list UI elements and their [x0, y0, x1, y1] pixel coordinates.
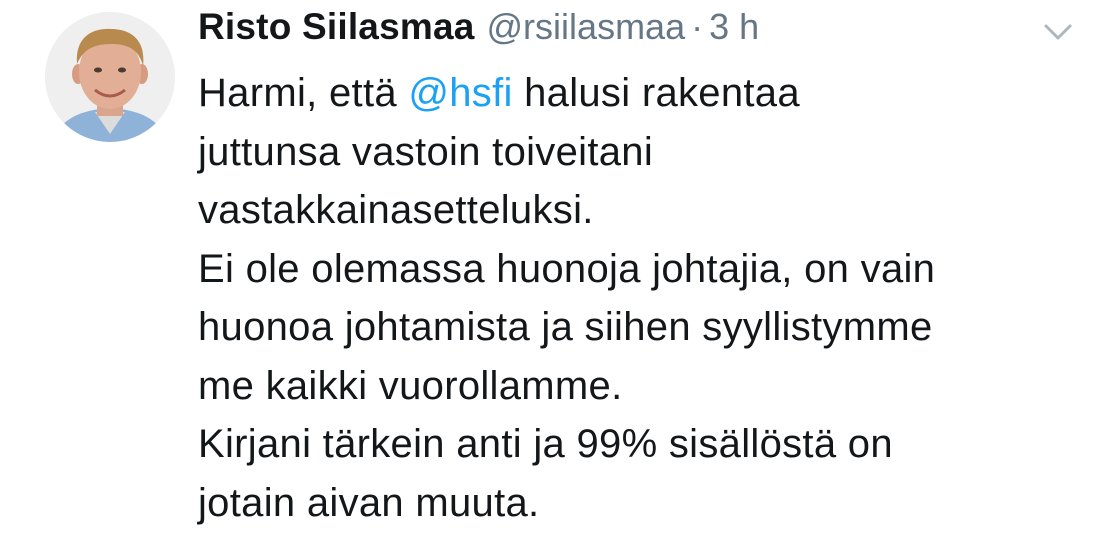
- separator-dot: ·: [691, 6, 704, 47]
- author-name[interactable]: Risto Siilasmaa: [198, 6, 475, 48]
- author-handle[interactable]: @rsiilasmaa: [487, 6, 686, 48]
- timestamp[interactable]: 3 h: [709, 6, 759, 48]
- tweet-card[interactable]: Risto Siilasmaa @rsiilasmaa · 3 h Harmi,…: [0, 0, 1100, 540]
- text-segment: halusi rakentaa: [512, 71, 800, 115]
- tweet-text: Harmi, että @hsfi halusi rakentaa juttun…: [198, 64, 1078, 532]
- tweet-text-line: Ei ole olemassa huonoja johtajia, on vai…: [198, 246, 936, 291]
- tweet-text-line: jotain aivan muuta.: [198, 480, 540, 525]
- chevron-down-icon[interactable]: [1040, 20, 1076, 44]
- text-segment: Harmi, että: [198, 71, 409, 115]
- tweet-header: Risto Siilasmaa @rsiilasmaa · 3 h: [198, 6, 759, 58]
- tweet-text-line: me kaikki vuorollamme.: [198, 363, 623, 408]
- avatar[interactable]: [45, 12, 175, 142]
- tweet-text-line: vastakkainasetteluksi.: [198, 188, 594, 232]
- tweet-text-line: huonoa johtamista ja siihen syyllistymme: [198, 305, 933, 349]
- avatar-image: [45, 12, 175, 142]
- tweet-text-line: Harmi, että @hsfi halusi rakentaa: [198, 64, 1078, 123]
- tweet-text-line: juttunsa vastoin toiveitani: [198, 129, 654, 174]
- mention-link[interactable]: @hsfi: [408, 71, 512, 115]
- tweet-text-line: Kirjani tärkein anti ja 99% sisällöstä o…: [198, 422, 893, 466]
